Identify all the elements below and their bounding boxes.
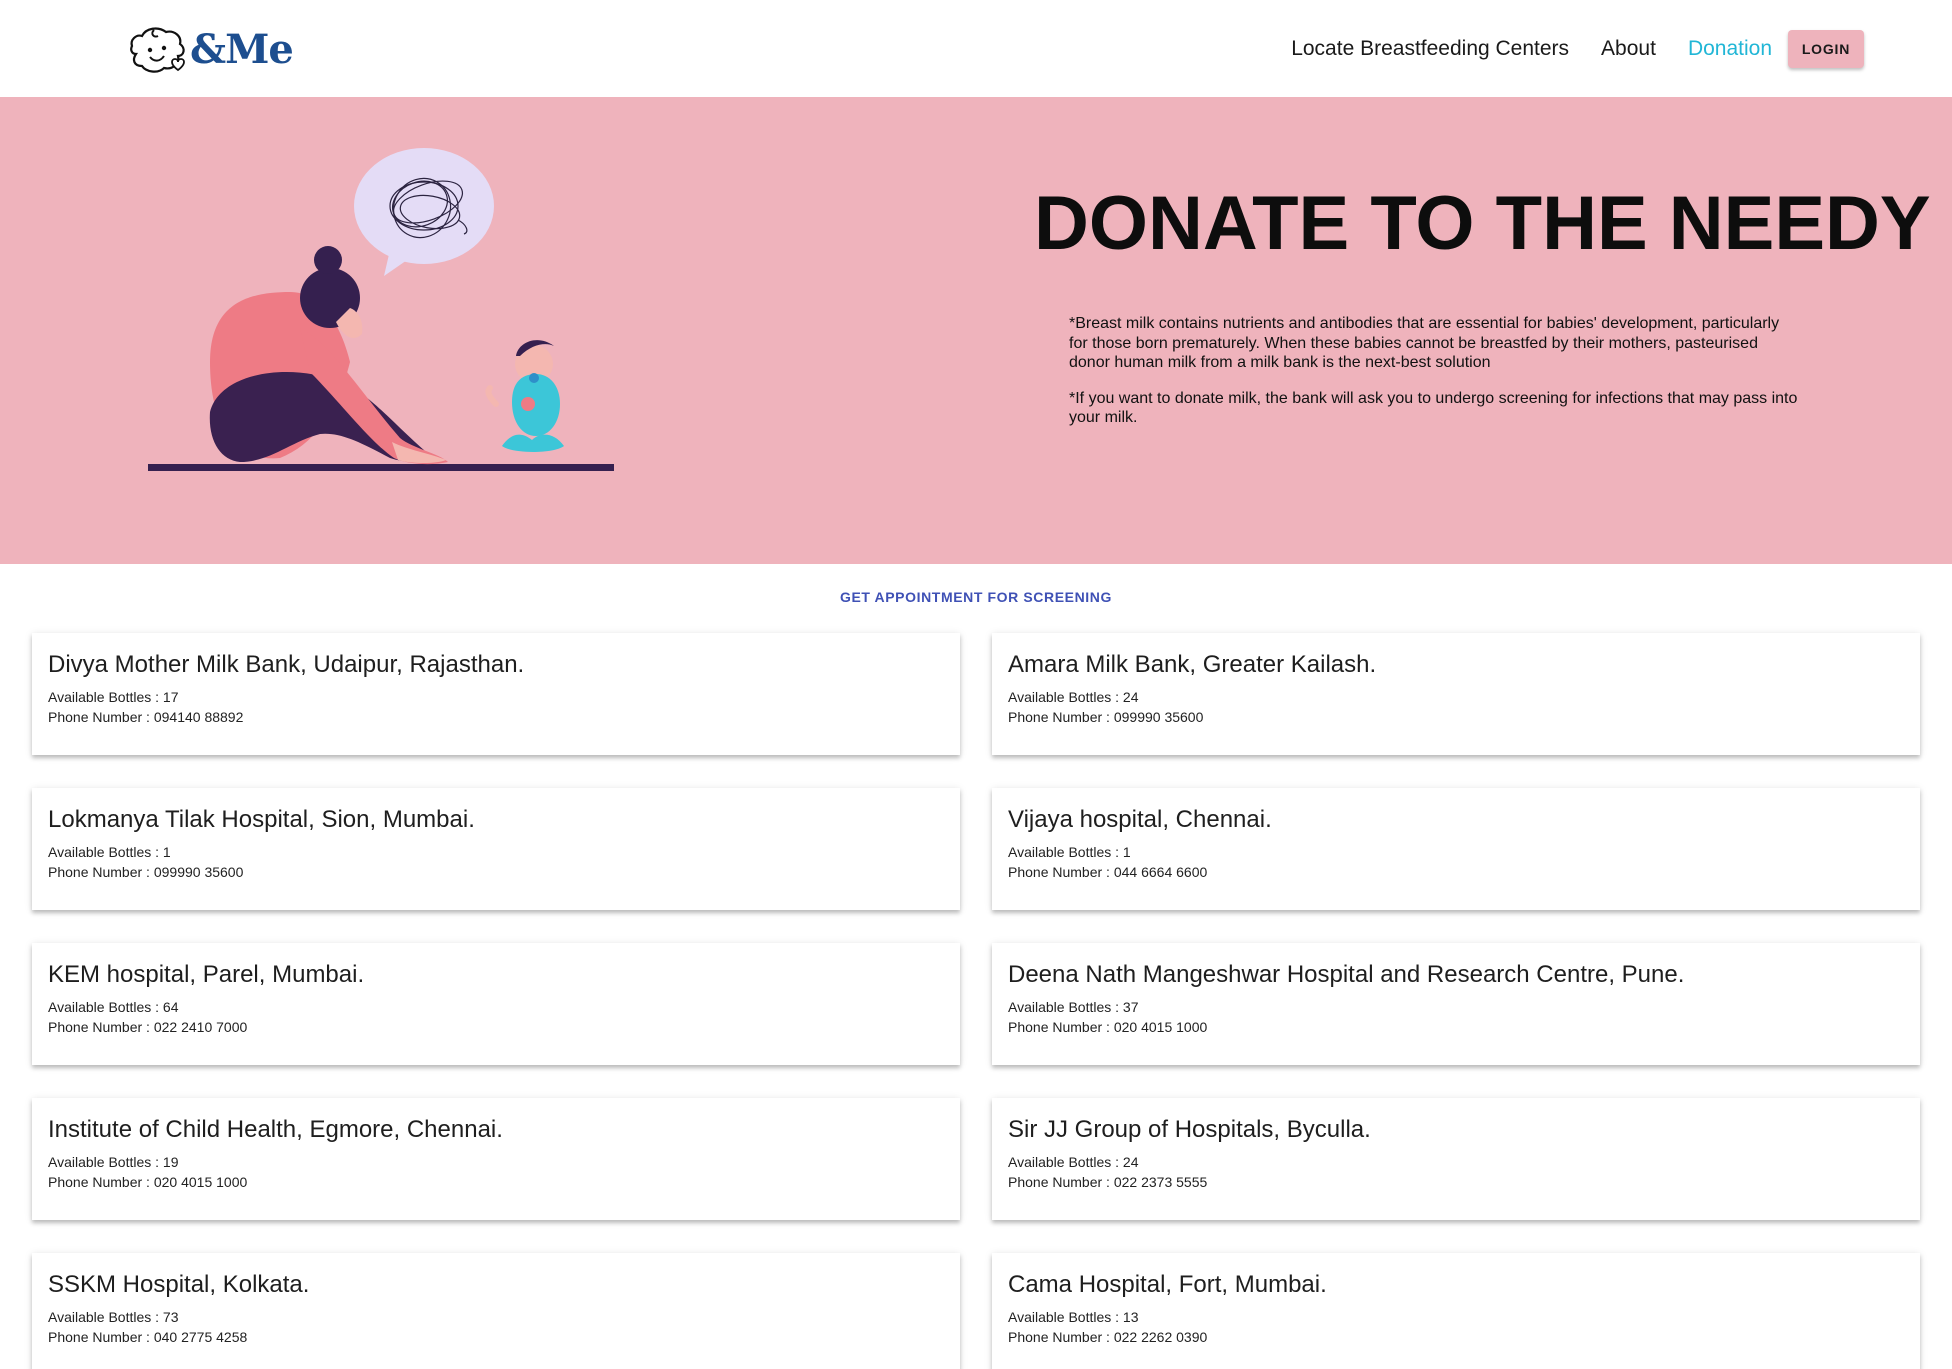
get-appointment-link[interactable]: GET APPOINTMENT FOR SCREENING bbox=[0, 589, 1952, 605]
bank-name: SSKM Hospital, Kolkata. bbox=[48, 1271, 310, 1298]
phone-number: Phone Number : 099990 35600 bbox=[48, 864, 244, 880]
bank-name: Deena Nath Mangeshwar Hospital and Resea… bbox=[1008, 961, 1685, 988]
bank-name: Cama Hospital, Fort, Mumbai. bbox=[1008, 1271, 1327, 1298]
phone-number: Phone Number : 094140 88892 bbox=[48, 709, 244, 725]
available-bottles: Available Bottles : 13 bbox=[1008, 1309, 1139, 1325]
milk-bank-card[interactable]: Institute of Child Health, Egmore, Chenn… bbox=[32, 1098, 960, 1220]
login-button[interactable]: LOGIN bbox=[1788, 30, 1864, 68]
milk-bank-card[interactable]: KEM hospital, Parel, Mumbai. Available B… bbox=[32, 943, 960, 1065]
logo[interactable]: &Me bbox=[128, 24, 294, 74]
nav-donation[interactable]: Donation bbox=[1688, 37, 1772, 61]
available-bottles: Available Bottles : 24 bbox=[1008, 689, 1139, 705]
bank-name: Divya Mother Milk Bank, Udaipur, Rajasth… bbox=[48, 651, 525, 678]
bank-name: Sir JJ Group of Hospitals, Byculla. bbox=[1008, 1116, 1371, 1143]
hero-paragraph: *Breast milk contains nutrients and anti… bbox=[1069, 315, 1780, 371]
available-bottles: Available Bottles : 19 bbox=[48, 1154, 179, 1170]
phone-number: Phone Number : 022 2262 0390 bbox=[1008, 1329, 1208, 1345]
bank-name: Amara Milk Bank, Greater Kailash. bbox=[1008, 651, 1377, 678]
milk-bank-card[interactable]: Lokmanya Tilak Hospital, Sion, Mumbai. A… bbox=[32, 788, 960, 910]
nav-about[interactable]: About bbox=[1601, 37, 1656, 61]
nav-locate-centers[interactable]: Locate Breastfeeding Centers bbox=[1291, 37, 1569, 61]
nav-menu: Locate Breastfeeding Centers About Donat… bbox=[1259, 30, 1864, 68]
sad-mother-baby-illustration bbox=[148, 148, 614, 471]
phone-number: Phone Number : 020 4015 1000 bbox=[48, 1174, 248, 1190]
navbar: &Me Locate Breastfeeding Centers About D… bbox=[0, 0, 1952, 97]
phone-number: Phone Number : 044 6664 6600 bbox=[1008, 864, 1208, 880]
bank-name: Institute of Child Health, Egmore, Chenn… bbox=[48, 1116, 503, 1143]
milk-bank-card[interactable]: Divya Mother Milk Bank, Udaipur, Rajasth… bbox=[32, 633, 960, 755]
available-bottles: Available Bottles : 24 bbox=[1008, 1154, 1139, 1170]
phone-number: Phone Number : 099990 35600 bbox=[1008, 709, 1204, 725]
milk-bank-card[interactable]: Amara Milk Bank, Greater Kailash. Availa… bbox=[992, 633, 1920, 755]
available-bottles: Available Bottles : 1 bbox=[48, 844, 171, 860]
logo-text: &Me bbox=[190, 25, 294, 73]
available-bottles: Available Bottles : 37 bbox=[1008, 999, 1139, 1015]
hero-description: *Breast milk contains nutrients and anti… bbox=[1069, 314, 1799, 444]
baby-face-icon bbox=[130, 27, 185, 73]
milk-bank-card[interactable]: Vijaya hospital, Chennai. Available Bott… bbox=[992, 788, 1920, 910]
milk-bank-card[interactable]: Deena Nath Mangeshwar Hospital and Resea… bbox=[992, 943, 1920, 1065]
phone-number: Phone Number : 022 2410 7000 bbox=[48, 1019, 248, 1035]
hero-paragraph: *If you want to donate milk, the bank wi… bbox=[1069, 389, 1798, 427]
available-bottles: Available Bottles : 17 bbox=[48, 689, 179, 705]
phone-number: Phone Number : 020 4015 1000 bbox=[1008, 1019, 1208, 1035]
milk-bank-card[interactable]: Sir JJ Group of Hospitals, Byculla. Avai… bbox=[992, 1098, 1920, 1220]
hero-title: DONATE TO THE NEEDY bbox=[1034, 181, 1931, 266]
available-bottles: Available Bottles : 1 bbox=[1008, 844, 1131, 860]
available-bottles: Available Bottles : 73 bbox=[48, 1309, 179, 1325]
phone-number: Phone Number : 040 2775 4258 bbox=[48, 1329, 248, 1345]
hero-banner: DONATE TO THE NEEDY *Breast milk contain… bbox=[0, 97, 1952, 564]
bank-name: Vijaya hospital, Chennai. bbox=[1008, 806, 1272, 833]
available-bottles: Available Bottles : 64 bbox=[48, 999, 179, 1015]
milk-bank-card[interactable]: SSKM Hospital, Kolkata. Available Bottle… bbox=[32, 1253, 960, 1369]
phone-number: Phone Number : 022 2373 5555 bbox=[1008, 1174, 1208, 1190]
bank-name: Lokmanya Tilak Hospital, Sion, Mumbai. bbox=[48, 806, 475, 833]
bank-name: KEM hospital, Parel, Mumbai. bbox=[48, 961, 365, 988]
milk-bank-card[interactable]: Cama Hospital, Fort, Mumbai. Available B… bbox=[992, 1253, 1920, 1369]
